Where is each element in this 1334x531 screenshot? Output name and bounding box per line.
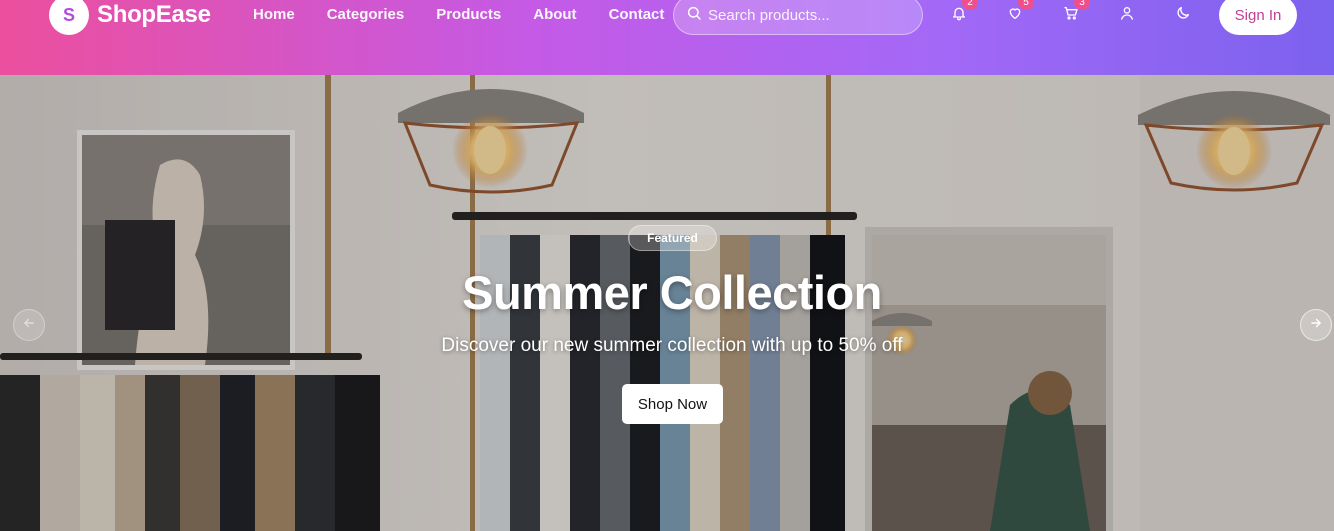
hero-title: Summer Collection <box>462 266 882 319</box>
nav-link-products[interactable]: Products <box>436 6 501 23</box>
nav-link-about[interactable]: About <box>533 6 576 23</box>
arrow-left-icon <box>22 316 36 335</box>
main-nav: Home Categories Products About Contact <box>253 6 696 23</box>
search-bar[interactable] <box>673 0 923 35</box>
navbar: S ShopEase Home Categories Products Abou… <box>0 0 1334 75</box>
nav-link-home[interactable]: Home <box>253 6 295 23</box>
hero-subtitle: Discover our new summer collection with … <box>441 335 903 356</box>
search-input[interactable] <box>708 6 908 24</box>
carousel-prev-button[interactable] <box>13 309 45 341</box>
account-button[interactable] <box>1116 4 1138 26</box>
featured-badge: Featured <box>628 225 717 251</box>
brand-logo[interactable]: S <box>49 0 89 35</box>
brand-name[interactable]: ShopEase <box>97 1 211 29</box>
arrow-right-icon <box>1309 316 1323 335</box>
cart-badge: 3 <box>1074 0 1090 10</box>
wishlist-button[interactable]: 5 <box>1004 0 1034 26</box>
nav-link-categories[interactable]: Categories <box>327 6 405 23</box>
theme-toggle[interactable] <box>1172 4 1194 26</box>
hero-carousel: Featured Summer Collection Discover our … <box>0 75 1334 531</box>
shop-now-button[interactable]: Shop Now <box>622 384 723 424</box>
cart-button[interactable]: 3 <box>1060 0 1090 26</box>
nav-link-contact[interactable]: Contact <box>609 6 665 23</box>
search-icon <box>686 5 702 26</box>
wishlist-badge: 5 <box>1018 0 1034 10</box>
sign-in-button[interactable]: Sign In <box>1219 0 1297 35</box>
user-icon <box>1119 5 1135 26</box>
carousel-next-button[interactable] <box>1300 309 1332 341</box>
notifications-badge: 2 <box>962 0 978 10</box>
brand[interactable]: S ShopEase <box>49 0 211 35</box>
moon-icon <box>1175 5 1191 26</box>
notifications-button[interactable]: 2 <box>948 0 978 26</box>
